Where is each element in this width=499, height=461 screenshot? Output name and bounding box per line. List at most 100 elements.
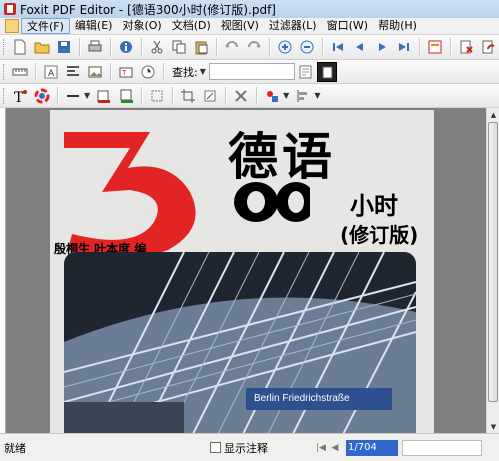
print-button[interactable] [84, 36, 106, 58]
open-button[interactable] [31, 36, 53, 58]
shapes-dropdown-arrow-icon[interactable]: ▼ [283, 91, 289, 100]
delete-page-button[interactable] [455, 36, 477, 58]
delete-object-icon [235, 89, 247, 102]
menu-document[interactable]: 文档(D) [167, 18, 216, 34]
toolbar-grip[interactable] [3, 87, 6, 104]
page-navigation: |◀ ◀ [314, 440, 342, 456]
stroke-color-icon [120, 89, 134, 103]
copy-button[interactable] [168, 36, 190, 58]
ruler-button[interactable] [9, 61, 31, 83]
align-dropdown-arrow-icon[interactable]: ▼ [314, 91, 320, 100]
search-label: 查找: [172, 65, 198, 79]
image-object-button[interactable] [84, 61, 106, 83]
toolbar-separator [269, 38, 270, 56]
status-text: 就绪 [4, 441, 26, 455]
fill-color-button[interactable] [93, 85, 115, 107]
text-tool-icon: T [14, 89, 27, 104]
resize-button[interactable] [199, 85, 221, 107]
form-button[interactable] [424, 36, 446, 58]
menu-view[interactable]: 视图(V) [216, 18, 264, 34]
toolbar-grip[interactable] [3, 39, 6, 55]
first-page-button[interactable] [327, 36, 349, 58]
shapes-button[interactable] [261, 85, 283, 107]
document-view[interactable]: 德语 小时 (修订版) 殷桐生 叶本度 编 Berlin Friedrichst… [0, 108, 486, 433]
toolbar-separator [163, 62, 164, 81]
menu-bar: 文件(F) 编辑(E) 对象(O) 文档(D) 视图(V) 过滤器(L) 窗口(… [0, 18, 499, 35]
menu-filter[interactable]: 过滤器(L) [264, 18, 322, 34]
crop-icon [181, 88, 196, 103]
timer-button[interactable] [137, 61, 159, 83]
toolbar-separator [256, 86, 258, 105]
save-button[interactable] [53, 36, 75, 58]
color-wheel-icon [34, 88, 50, 103]
zoom-in-button[interactable] [274, 36, 296, 58]
menu-file[interactable]: 文件(F) [21, 18, 70, 34]
align-objects-button[interactable] [292, 85, 314, 107]
stroke-color-button[interactable] [115, 85, 137, 107]
toolbar-separator [172, 86, 174, 105]
new-document-button[interactable] [9, 36, 31, 58]
status-first-page-icon[interactable]: |◀ [314, 440, 328, 456]
scroll-up-arrow-icon[interactable]: ▲ [487, 108, 499, 121]
layer-button[interactable] [316, 61, 337, 82]
toolbar-separator [322, 38, 323, 56]
toolbar-separator [110, 62, 111, 81]
undo-button[interactable] [221, 36, 243, 58]
text-object-button[interactable]: A [40, 61, 62, 83]
paste-button[interactable] [190, 36, 212, 58]
search-options-button[interactable] [295, 61, 317, 83]
line-dropdown-arrow-icon[interactable]: ▼ [84, 91, 90, 100]
line-button[interactable] [62, 85, 84, 107]
menu-edit[interactable]: 编辑(E) [70, 18, 118, 34]
menu-window[interactable]: 窗口(W) [322, 18, 373, 34]
menu-object[interactable]: 对象(O) [117, 18, 166, 34]
form-icon [428, 40, 442, 54]
typewriter-icon: T [119, 67, 133, 77]
first-page-icon [333, 43, 343, 51]
toolbar-separator [35, 62, 36, 81]
undo-icon [225, 41, 238, 48]
pdf-page[interactable]: 德语 小时 (修订版) 殷桐生 叶本度 编 Berlin Friedrichst… [50, 110, 434, 433]
scroll-thumb[interactable] [488, 122, 498, 402]
window-title: Foxit PDF Editor - [德语300小时(修订版).pdf] [20, 2, 276, 17]
zoom-out-button[interactable] [296, 36, 318, 58]
delete-object-button[interactable] [230, 85, 252, 107]
properties-button[interactable] [115, 36, 137, 58]
info-icon [120, 41, 132, 53]
previous-page-button[interactable] [349, 36, 371, 58]
transform-button[interactable] [146, 85, 168, 107]
navigation-panel-strip[interactable] [0, 108, 6, 433]
next-page-icon [379, 43, 386, 51]
cut-button[interactable] [146, 36, 168, 58]
add-text-button[interactable]: T [9, 85, 31, 107]
rotate-page-button[interactable] [477, 36, 499, 58]
cover-title: 德语 [228, 128, 336, 186]
status-prev-page-icon[interactable]: ◀ [328, 440, 342, 456]
image-icon [88, 66, 102, 77]
show-annotations-checkbox[interactable] [210, 442, 221, 453]
cover-subtitle: 小时 [350, 192, 398, 220]
layer-icon [322, 66, 333, 78]
new-file-icon [14, 39, 26, 55]
scroll-down-arrow-icon[interactable]: ▼ [487, 420, 499, 433]
color-button[interactable] [31, 85, 53, 107]
toolbar-separator [141, 38, 142, 56]
menu-help[interactable]: 帮助(H) [373, 18, 422, 34]
zoom-out-icon [300, 40, 314, 54]
toolbar-separator [57, 86, 58, 105]
search-options-icon [299, 65, 312, 78]
last-page-button[interactable] [393, 36, 415, 58]
toolbar-grip[interactable] [3, 63, 6, 80]
crop-button[interactable] [177, 85, 199, 107]
align-button[interactable] [62, 61, 84, 83]
page-number-field[interactable]: 1/704 [346, 439, 398, 456]
search-input[interactable] [208, 63, 295, 80]
typewriter-button[interactable]: T [115, 61, 137, 83]
redo-button[interactable] [243, 36, 265, 58]
rotate-page-icon [482, 40, 495, 54]
next-page-button[interactable] [371, 36, 393, 58]
vertical-scrollbar[interactable]: ▲ ▼ [486, 108, 499, 433]
edit-document-icon[interactable] [5, 19, 19, 33]
search-dropdown-arrow-icon[interactable]: ▼ [200, 67, 206, 76]
zoom-field[interactable] [402, 439, 482, 456]
